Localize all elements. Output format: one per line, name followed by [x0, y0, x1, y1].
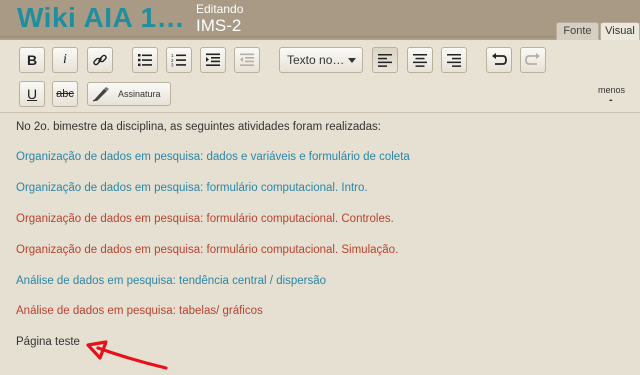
- wiki-title[interactable]: Wiki AIA 1…: [17, 2, 185, 34]
- align-right-button[interactable]: [441, 47, 467, 73]
- align-center-icon: [413, 53, 427, 67]
- link-icon: [93, 54, 107, 66]
- bullet-list-icon: [138, 54, 152, 67]
- format-select-value: Texto no…: [287, 53, 345, 67]
- content-link[interactable]: Análise de dados em pesquisa: tendência …: [16, 275, 326, 287]
- outdent-button[interactable]: [234, 47, 260, 73]
- align-center-button[interactable]: [407, 47, 433, 73]
- align-left-icon: [378, 53, 392, 67]
- content-line: No 2o. bimestre da disciplina, as seguin…: [16, 121, 381, 133]
- signature-button[interactable]: Assinatura: [87, 82, 171, 106]
- svg-text:3: 3: [171, 63, 174, 67]
- signature-pen-icon: [92, 87, 109, 102]
- indent-button[interactable]: [200, 47, 226, 73]
- tab-source[interactable]: Fonte: [556, 22, 599, 40]
- numbered-list-icon: 1 2 3: [171, 53, 186, 67]
- bullet-list-button[interactable]: [132, 47, 158, 73]
- strikethrough-button[interactable]: abc: [52, 81, 78, 107]
- page-name: IMS-2: [196, 16, 242, 35]
- redo-icon: [525, 53, 540, 65]
- content-link[interactable]: Organização de dados em pesquisa: formul…: [16, 213, 394, 225]
- undo-button[interactable]: [486, 47, 512, 73]
- bold-button[interactable]: B: [19, 47, 45, 73]
- link-button[interactable]: [87, 47, 113, 73]
- align-left-button[interactable]: [372, 47, 398, 73]
- signature-label: Assinatura: [118, 89, 161, 99]
- content-link[interactable]: Organização de dados em pesquisa: formul…: [16, 244, 398, 256]
- italic-button[interactable]: i: [52, 47, 78, 73]
- editing-label: Editando: [196, 2, 244, 16]
- format-select[interactable]: Texto no…: [279, 47, 363, 73]
- less-toggle[interactable]: -: [609, 94, 613, 106]
- redo-button[interactable]: [520, 47, 546, 73]
- chevron-down-icon: [348, 58, 356, 63]
- content-link[interactable]: Organização de dados em pesquisa: dados …: [16, 151, 410, 163]
- outdent-icon: [240, 53, 254, 66]
- content-line: Página teste: [16, 336, 80, 348]
- content-link[interactable]: Organização de dados em pesquisa: formul…: [16, 182, 368, 194]
- numbered-list-button[interactable]: 1 2 3: [166, 47, 192, 73]
- undo-icon: [492, 53, 507, 65]
- tab-visual[interactable]: Visual: [600, 22, 640, 40]
- indent-icon: [206, 53, 220, 66]
- content-link[interactable]: Análise de dados em pesquisa: tabelas/ g…: [16, 305, 263, 317]
- underline-button[interactable]: U: [19, 81, 45, 107]
- align-right-icon: [447, 53, 461, 67]
- red-arrow-annotation: [86, 340, 168, 370]
